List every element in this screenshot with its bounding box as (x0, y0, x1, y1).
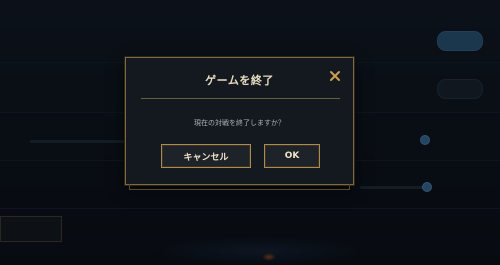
exit-game-dialog: ゲームを終了 現在の対戦を終了しますか？ キャンセル OK (125, 57, 354, 190)
dialog-title: ゲームを終了 (205, 74, 274, 87)
title-divider (141, 98, 340, 99)
dialog-message: 現在の対戦を終了しますか？ (194, 119, 285, 127)
close-icon[interactable] (328, 68, 342, 82)
ok-button[interactable]: OK (264, 144, 320, 168)
cancel-button[interactable]: キャンセル (161, 144, 251, 168)
game-screen: ゲームを終了 現在の対戦を終了しますか？ キャンセル OK (0, 0, 500, 265)
close-icon (330, 71, 340, 81)
